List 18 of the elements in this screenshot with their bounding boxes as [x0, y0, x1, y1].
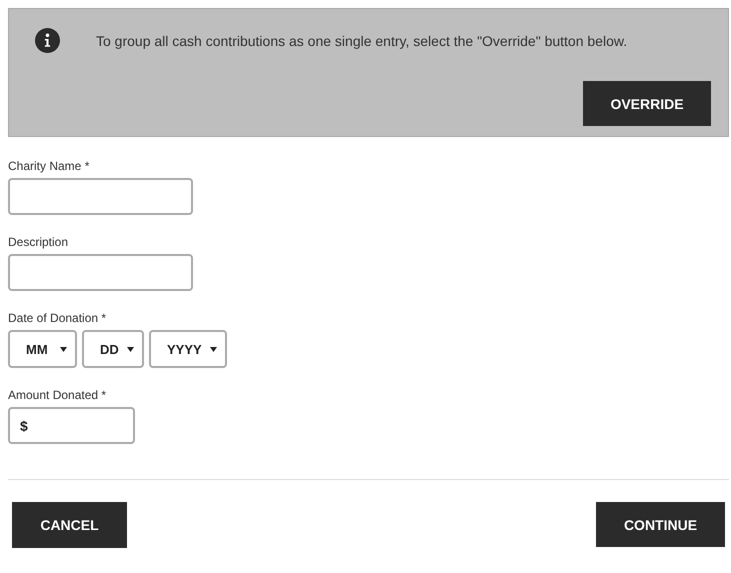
field-label: Date of Donation * — [8, 311, 108, 325]
caret-icon — [210, 346, 217, 352]
caret-icon — [60, 346, 67, 352]
override-button[interactable]: OVERRIDE — [583, 81, 711, 126]
field-label: Description — [8, 235, 70, 249]
notice-message: To group all cash contributions as one single entry, select the "Override" button below. — [96, 32, 628, 48]
date-dropdown[interactable]: YYYY — [149, 330, 227, 368]
cancel-button[interactable]: CANCEL — [12, 502, 127, 548]
caret-icon — [127, 346, 134, 352]
date-dropdown[interactable]: MM — [8, 330, 77, 368]
continue-button[interactable]: CONTINUE — [596, 502, 725, 547]
date-dropdown[interactable]: DD — [82, 330, 144, 368]
amount-input[interactable]: $ — [8, 407, 135, 444]
text-input[interactable] — [8, 254, 193, 291]
field-label: Charity Name * — [8, 159, 90, 173]
text-input[interactable] — [8, 178, 193, 215]
info-icon — [35, 28, 60, 53]
field-label: Amount Donated * — [8, 388, 108, 402]
